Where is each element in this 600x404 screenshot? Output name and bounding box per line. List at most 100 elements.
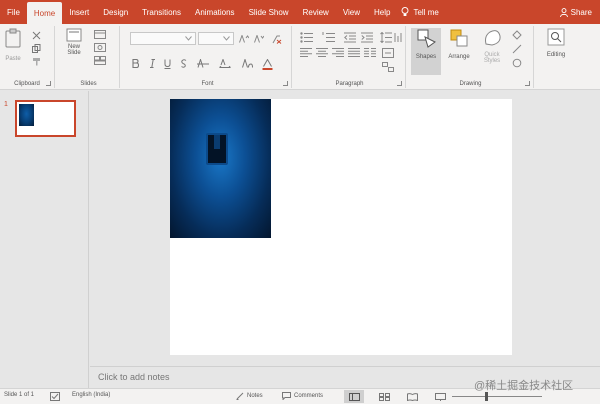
decrease-indent-icon[interactable] [344,32,356,43]
tab-file[interactable]: File [0,0,27,24]
share-button[interactable]: Share [559,0,592,24]
group-editing: Editing [536,26,576,88]
increase-indent-icon[interactable] [361,32,373,43]
reading-view-button[interactable] [402,390,422,403]
drawing-launcher-icon[interactable] [525,81,530,86]
tab-view[interactable]: View [336,0,367,24]
arrange-button[interactable]: Arrange [443,28,475,60]
tab-design[interactable]: Design [96,0,135,24]
grow-font-icon[interactable] [239,35,249,43]
slide-counter: Slide 1 of 1 [4,392,35,398]
section-icon[interactable] [94,56,106,65]
justify-icon[interactable] [348,48,360,57]
reset-icon[interactable] [94,43,106,52]
numbering-icon[interactable] [322,32,335,43]
slide-thumbnail-pane: 1 [0,91,89,388]
normal-view-icon [348,392,360,401]
drawing-group-label: Drawing [459,81,482,87]
align-center-icon[interactable] [316,48,328,57]
italic-icon[interactable] [149,59,156,68]
group-clipboard: Paste Clipboard [0,26,55,88]
notes-placeholder: Click to add notes [98,372,170,382]
notes-icon [236,392,244,400]
language-indicator[interactable]: English (India) [72,392,110,398]
quick-styles-icon [485,30,501,46]
font-launcher-icon[interactable] [283,81,288,86]
clipboard-icon [5,28,21,48]
normal-view-button[interactable] [344,390,364,403]
paragraph-group-label: Paragraph [335,81,364,87]
tab-transitions[interactable]: Transitions [135,0,188,24]
slideshow-view-button[interactable] [430,390,450,403]
paste-button[interactable]: Paste [5,28,21,62]
shape-effects-icon[interactable] [512,58,523,68]
shapes-icon [417,29,436,48]
character-spacing-icon[interactable] [219,59,231,69]
new-slide-icon [66,28,82,42]
chevron-down-icon [185,36,192,41]
underline-icon[interactable] [164,59,171,69]
group-drawing: Shapes Arrange Quick Styles Drawing [408,26,534,88]
tell-me-search[interactable]: Tell me [401,7,439,17]
editing-button[interactable]: Editing [540,28,572,58]
zoom-slider-track[interactable] [452,396,542,397]
tab-insert[interactable]: Insert [62,0,96,24]
tab-slide-show[interactable]: Slide Show [242,0,296,24]
cut-icon[interactable] [32,31,41,40]
slide-thumbnail[interactable] [15,100,76,137]
comments-toggle[interactable]: Comments [282,392,323,400]
copy-icon[interactable] [32,44,41,53]
spelling-icon[interactable] [50,392,60,401]
slideshow-icon [434,392,446,401]
clear-formatting-icon[interactable] [272,35,282,44]
font-name-combobox[interactable] [130,32,196,45]
paste-label: Paste [5,56,21,62]
font-size-combobox[interactable] [198,32,234,45]
powerpoint-window: File Home Insert Design Transitions Anim… [0,0,600,404]
new-slide-button[interactable]: New Slide [66,28,82,56]
find-icon [547,28,565,46]
shapes-label: Shapes [415,54,437,60]
align-right-icon[interactable] [332,48,344,57]
shrink-font-icon[interactable] [254,35,264,43]
layout-icon[interactable] [94,30,106,39]
slide-picture[interactable] [170,99,271,238]
cup-shape [206,133,228,165]
arrange-icon [450,29,468,47]
font-color-icon[interactable] [262,59,273,70]
quick-styles-button[interactable]: Quick Styles [476,28,508,64]
shapes-button[interactable]: Shapes [411,28,441,75]
shape-outline-icon[interactable] [512,44,523,54]
tab-help[interactable]: Help [367,0,397,24]
share-label: Share [570,7,592,17]
slide-number: 1 [4,101,8,108]
shadow-icon[interactable] [180,59,188,68]
align-text-icon[interactable] [382,48,394,58]
zoom-slider-thumb[interactable] [485,392,488,401]
notes-toggle[interactable]: Notes [236,392,263,400]
lightbulb-icon [402,7,409,16]
tell-me-label: Tell me [413,7,439,17]
align-left-icon[interactable] [300,48,312,57]
bold-icon[interactable] [132,59,139,68]
paragraph-launcher-icon[interactable] [397,81,402,86]
smartart-icon[interactable] [382,62,394,72]
tab-animations[interactable]: Animations [188,0,242,24]
text-direction-icon[interactable] [394,32,402,43]
reading-view-icon [406,392,418,401]
strikethrough-icon[interactable] [197,59,209,68]
person-icon [559,7,568,17]
tab-review[interactable]: Review [296,0,336,24]
slide-sorter-button[interactable] [374,390,394,403]
bullets-icon[interactable] [300,32,313,43]
thumbnail-picture [19,104,34,126]
line-spacing-icon[interactable] [380,32,392,43]
group-paragraph: Paragraph [294,26,406,88]
shape-fill-icon[interactable] [512,30,523,40]
clipboard-launcher-icon[interactable] [46,81,51,86]
change-case-icon[interactable] [242,59,253,68]
columns-icon[interactable] [364,48,376,57]
format-painter-icon[interactable] [32,57,41,66]
slide-canvas[interactable] [170,99,512,355]
tab-home[interactable]: Home [26,2,63,24]
